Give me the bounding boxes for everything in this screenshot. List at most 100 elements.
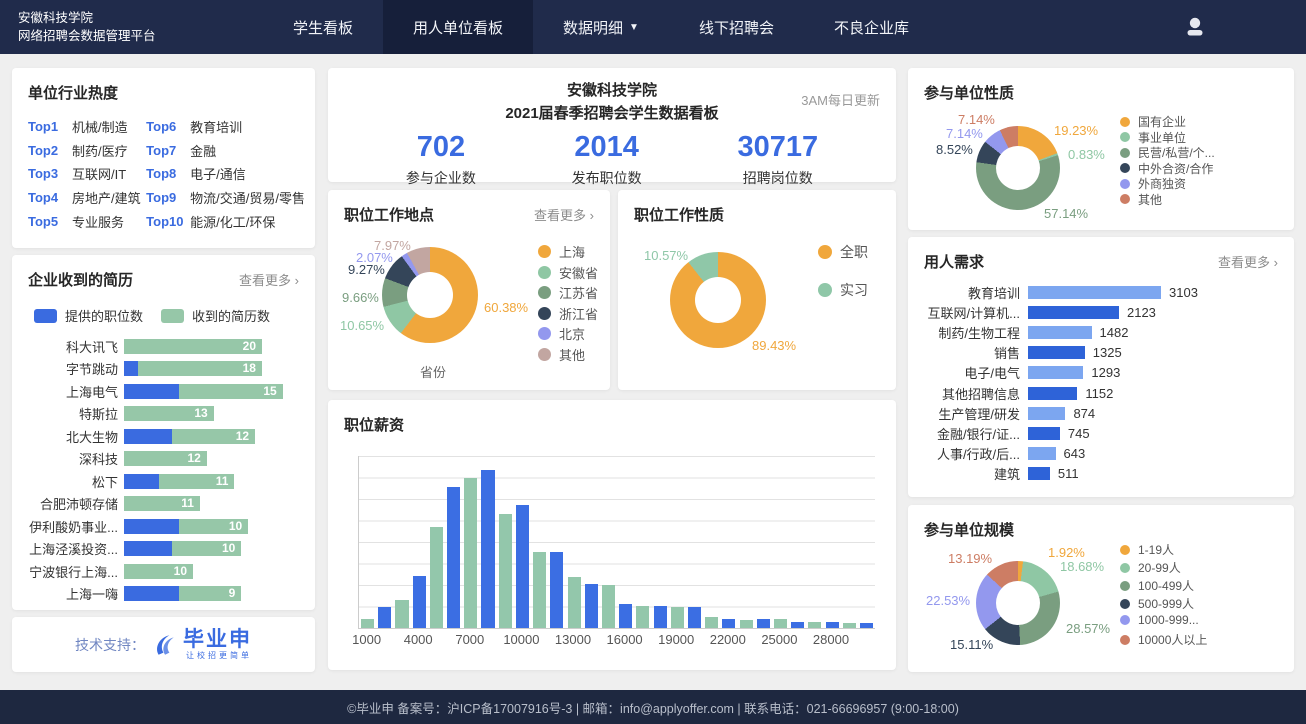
legend-item[interactable]: 民营/私营/个... [1120, 144, 1215, 161]
donut-percent-label: 15.11% [950, 637, 993, 652]
resumes-more-link[interactable]: 查看更多 › [239, 270, 299, 289]
x-tick-label: 7000 [455, 632, 484, 647]
legend-item[interactable]: 其他 [538, 345, 585, 364]
histogram-slot [806, 456, 823, 628]
biyeshen-logo[interactable]: 毕业申 让校招更简单 [183, 629, 252, 660]
industry-rank: Top9 [146, 190, 190, 205]
industry-label: 房地产/建筑 [72, 188, 141, 207]
tab-bad-company-db[interactable]: 不良企业库 [804, 0, 939, 54]
legend-label: 其他 [559, 345, 585, 364]
donut-percent-label: 28.57% [1066, 621, 1110, 636]
donut-percent-label: 9.66% [342, 290, 379, 305]
x-tick-label: 13000 [555, 632, 591, 647]
legend-item[interactable]: 收到的简历数 [161, 306, 270, 325]
x-tick-label: 1000 [352, 632, 381, 647]
resume-row: 深科技12 [18, 448, 315, 471]
legend-label: 民营/私营/个... [1138, 144, 1215, 161]
histogram-slot [720, 456, 737, 628]
stat-value: 30717 [737, 131, 818, 164]
job-location-card: 职位工作地点 查看更多 › 60.38%10.65%9.66%9.27%2.07… [328, 190, 610, 390]
legend-item[interactable]: 事业单位 [1120, 129, 1186, 146]
demand-value: 2123 [1127, 305, 1156, 320]
histogram-bar [826, 622, 839, 628]
company-name: 松下 [18, 472, 124, 491]
resume-row: 上海电气15 [18, 380, 315, 403]
demand-bar [1028, 326, 1092, 339]
tab-label: 用人单位看板 [413, 17, 503, 38]
legend-item[interactable]: 中外合资/合作 [1120, 160, 1213, 177]
brand-title: 安徽科技学院 网络招聘会数据管理平台 [0, 0, 263, 54]
histogram-slot [651, 456, 668, 628]
resume-bar: 18 [124, 361, 262, 376]
legend-item[interactable]: 10000人以上 [1120, 631, 1207, 648]
legend-label: 中外合资/合作 [1138, 160, 1213, 177]
legend-dot [1120, 179, 1130, 189]
demand-row: 建筑511 [908, 464, 1294, 484]
donut-percent-label: 7.97% [374, 238, 411, 253]
industry-heat-title: 单位行业热度 [28, 82, 118, 103]
dashboard-app: 安徽科技学院 网络招聘会数据管理平台 学生看板 用人单位看板 数据明细▼线下招聘会不… [0, 0, 1306, 724]
demand-row: 电子/电气1293 [908, 363, 1294, 383]
positions-bar-segment [124, 429, 172, 444]
user-account-icon[interactable] [1182, 14, 1208, 40]
demand-category: 金融/银行/证... [908, 424, 1028, 443]
company-name: 深科技 [18, 449, 124, 468]
legend-item[interactable]: 安徽省 [538, 263, 598, 282]
histogram-bar [533, 552, 546, 628]
resume-row: 北大生物12 [18, 425, 315, 448]
resumes-bar-segment: 18 [138, 361, 262, 376]
positions-bar-segment [124, 474, 159, 489]
demand-value: 3103 [1169, 285, 1198, 300]
legend-item[interactable]: 500-999人 [1120, 595, 1194, 612]
legend-item[interactable]: 国有企业 [1120, 113, 1186, 130]
legend-item[interactable]: 实习 [818, 280, 868, 300]
biyeshen-logo-icon [151, 632, 177, 658]
header-stats-card: 3AM每日更新 安徽科技学院 2021届春季招聘会学生数据看板 702参与企业数… [328, 68, 896, 182]
histogram-bar [757, 619, 770, 628]
histogram-bar [654, 606, 667, 628]
legend-item[interactable]: 100-499人 [1120, 577, 1194, 594]
nav-tabs: 学生看板 用人单位看板 数据明细▼线下招聘会不良企业库 [263, 0, 939, 54]
tab-label: 学生看板 [293, 17, 353, 38]
legend-item[interactable]: 浙江省 [538, 304, 598, 323]
tab-offline-job-fair[interactable]: 线下招聘会 [669, 0, 804, 54]
resume-row: 宁波银行上海...10 [18, 560, 315, 583]
industry-heat-item: Top9物流/交通/贸易/零售 [146, 186, 305, 210]
x-tick-label: 4000 [404, 632, 433, 647]
resumes-bar-segment: 20 [124, 339, 262, 354]
industry-label: 能源/化工/环保 [190, 212, 275, 231]
tab-data-detail[interactable]: 数据明细▼ [533, 0, 669, 54]
stat-value: 2014 [572, 131, 642, 164]
legend-item[interactable]: 全职 [818, 242, 868, 262]
demand-more-link[interactable]: 查看更多 › [1218, 252, 1278, 271]
company-name: 北大生物 [18, 427, 124, 446]
legend-item[interactable]: 1-19人 [1120, 541, 1174, 558]
donut-percent-label: 13.19% [948, 551, 992, 566]
legend-item[interactable]: 1000-999... [1120, 613, 1199, 627]
legend-item[interactable]: 其他 [1120, 191, 1162, 208]
donut-percent-label: 10.65% [340, 318, 384, 333]
legend-item[interactable]: 外商独资 [1120, 175, 1186, 192]
histogram-slot [445, 456, 462, 628]
histogram-slot [462, 456, 479, 628]
legend-item[interactable]: 江苏省 [538, 283, 598, 302]
resumes-legend: 提供的职位数收到的简历数 [12, 290, 315, 325]
demand-value: 643 [1064, 446, 1086, 461]
org-nature-card: 参与单位性质 19.23%0.83%57.14%8.52%7.14%7.14%国… [908, 68, 1294, 230]
legend-label: 提供的职位数 [65, 306, 143, 325]
tab-student-dashboard[interactable]: 学生看板 [263, 0, 383, 54]
demand-category: 人事/行政/后... [908, 444, 1028, 463]
resume-bar: 12 [124, 429, 255, 444]
legend-item[interactable]: 20-99人 [1120, 559, 1181, 576]
legend-item[interactable]: 北京 [538, 324, 585, 343]
demand-value: 1482 [1100, 325, 1129, 340]
industry-rank: Top4 [28, 190, 72, 205]
resume-row: 伊利酸奶事业...10 [18, 515, 315, 538]
histogram-slot [411, 456, 428, 628]
legend-item[interactable]: 提供的职位数 [34, 306, 143, 325]
industry-heat-item: Top10能源/化工/环保 [146, 209, 305, 233]
industry-rank: Top6 [146, 119, 190, 134]
tab-employer-dashboard[interactable]: 用人单位看板 [383, 0, 533, 54]
histogram-bar [860, 623, 873, 628]
legend-item[interactable]: 上海 [538, 242, 585, 261]
